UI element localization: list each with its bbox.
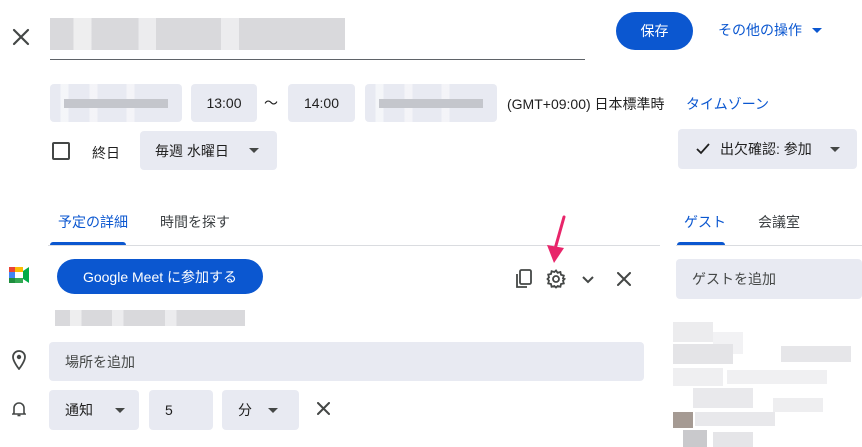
location-pin-icon [9, 349, 29, 371]
annotation-arrow-icon [544, 215, 570, 267]
remove-meet-icon[interactable] [614, 269, 634, 289]
timezone-label: (GMT+09:00) 日本標準時 [507, 96, 665, 112]
join-meet-label: Google Meet に参加する [82, 268, 238, 285]
end-date-field[interactable] [365, 84, 497, 122]
chevron-down-icon [829, 146, 840, 152]
copy-icon[interactable] [512, 268, 534, 290]
close-icon[interactable] [8, 24, 34, 50]
start-time-field[interactable]: 13:00 [191, 84, 257, 122]
meet-link-text [55, 310, 245, 326]
start-date-field[interactable] [50, 84, 182, 122]
chevron-down-icon[interactable] [578, 270, 598, 290]
notification-type-select[interactable]: 通知 [49, 390, 139, 430]
chevron-down-icon [812, 27, 822, 33]
notification-unit-value: 分 [238, 402, 252, 418]
tab-find-time[interactable]: 時間を探す [160, 212, 230, 232]
notification-type-value: 通知 [65, 402, 93, 418]
event-title-input[interactable] [50, 18, 345, 50]
bell-icon [10, 400, 28, 418]
title-underline [50, 59, 585, 60]
check-icon [696, 143, 710, 155]
location-input[interactable]: 場所を追加 [49, 342, 644, 381]
join-meet-button[interactable]: Google Meet に参加する [57, 259, 263, 294]
notification-amount-input[interactable]: 5 [149, 390, 213, 430]
tab-rooms[interactable]: 会議室 [758, 212, 800, 232]
notification-unit-select[interactable]: 分 [222, 390, 299, 430]
recurrence-value: 毎週 水曜日 [155, 142, 229, 159]
all-day-label: 終日 [92, 145, 120, 161]
notification-amount-value: 5 [165, 402, 173, 418]
more-actions-button[interactable]: その他の操作 [718, 18, 822, 42]
location-placeholder: 場所を追加 [65, 353, 135, 370]
recurrence-select[interactable]: 毎週 水曜日 [140, 131, 277, 170]
end-time-value: 14:00 [303, 95, 340, 111]
all-day-checkbox[interactable] [52, 142, 70, 160]
save-button-label: 保存 [640, 23, 669, 39]
start-time-value: 13:00 [206, 95, 242, 111]
google-meet-icon [9, 266, 29, 284]
chevron-down-icon [248, 148, 259, 153]
rsvp-label: 出欠確認: 参加 [720, 141, 812, 157]
chevron-down-icon [268, 407, 278, 413]
more-actions-label: その他の操作 [718, 22, 802, 38]
rsvp-select[interactable]: 出欠確認: 参加 [678, 129, 857, 169]
time-separator: 〜 [264, 95, 278, 111]
save-button[interactable]: 保存 [616, 12, 693, 50]
chevron-down-icon [115, 407, 125, 413]
add-guest-input[interactable]: ゲストを追加 [676, 259, 862, 299]
timezone-link[interactable]: タイムゾーン [686, 94, 769, 114]
tab-guests[interactable]: ゲスト [684, 212, 726, 232]
guest-list-redacted [673, 322, 862, 447]
tab-event-details[interactable]: 予定の詳細 [58, 212, 128, 232]
end-time-field[interactable]: 14:00 [288, 84, 355, 122]
guests-tabs-divider [676, 245, 862, 246]
add-guest-placeholder: ゲストを追加 [692, 271, 776, 287]
gear-icon[interactable] [545, 268, 567, 290]
remove-notification-icon[interactable] [313, 398, 333, 418]
